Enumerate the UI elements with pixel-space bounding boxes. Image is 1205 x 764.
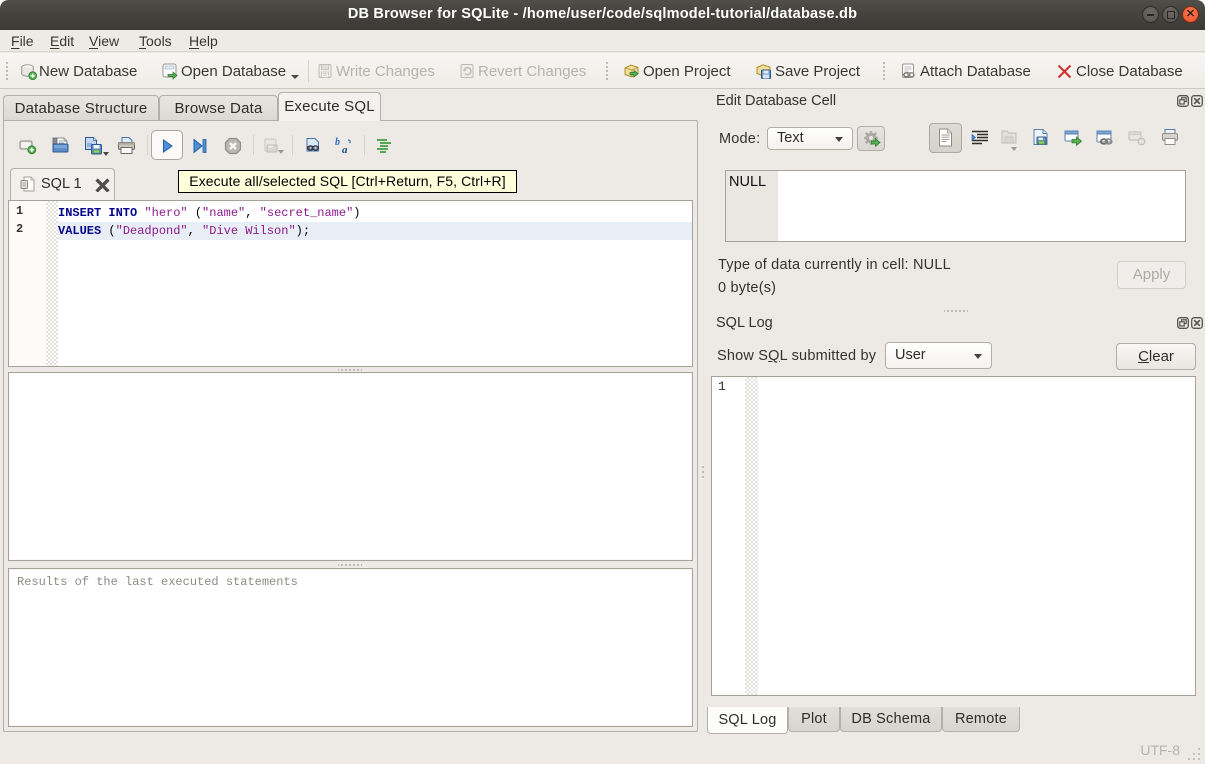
svg-text:a: a	[342, 144, 348, 155]
svg-text:b: b	[335, 137, 340, 148]
